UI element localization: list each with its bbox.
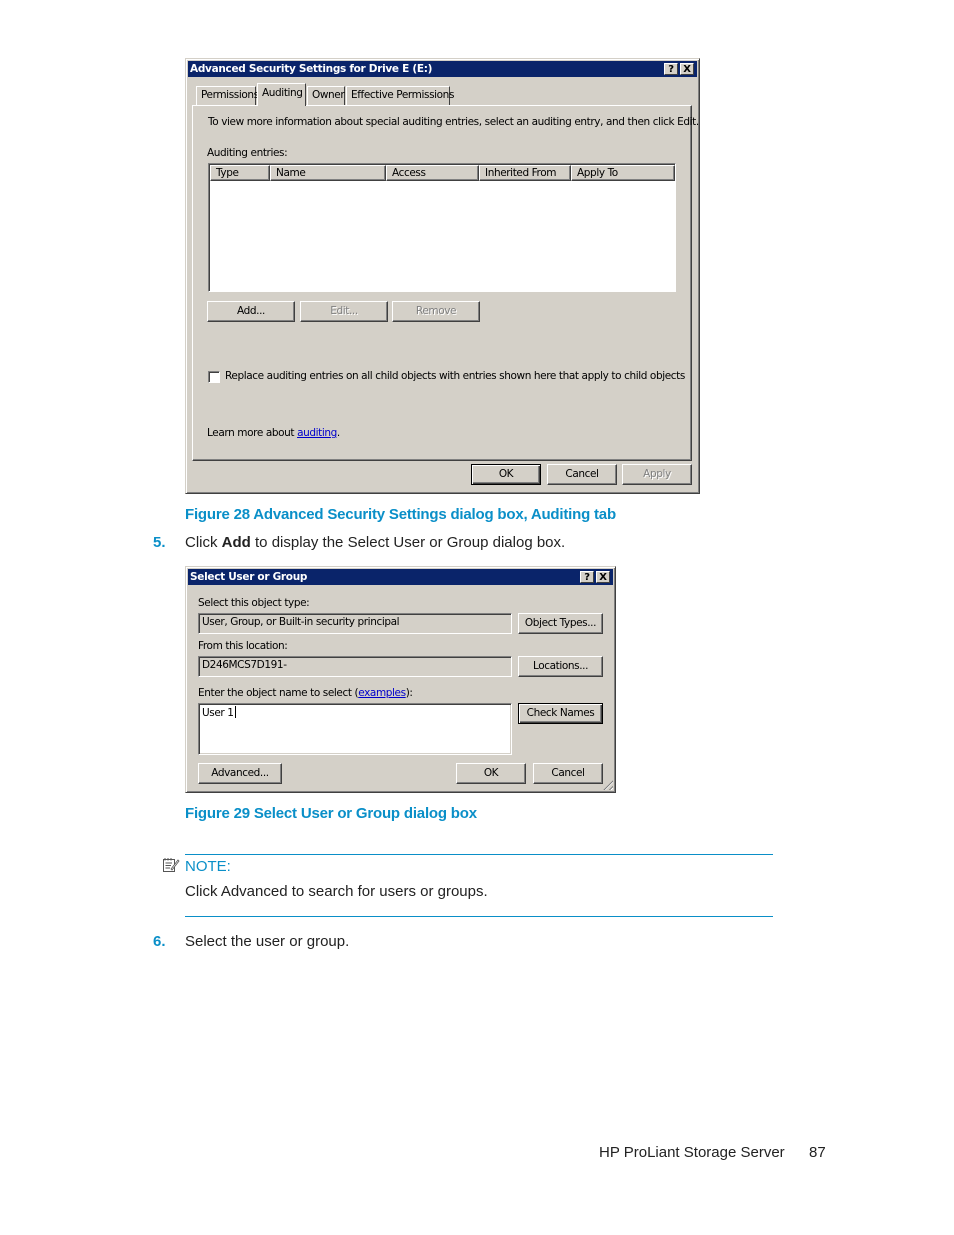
replace-auditing-label: Replace auditing entries on all child ob… — [225, 370, 685, 382]
note-label: NOTE: — [185, 858, 231, 875]
object-name-input[interactable]: User 1 — [198, 703, 512, 755]
cancel-button[interactable]: Cancel — [547, 464, 617, 485]
apply-button[interactable]: Apply — [622, 464, 692, 485]
close-icon[interactable]: X — [596, 571, 610, 583]
figure-29-caption: Figure 29 Select User or Group dialog bo… — [185, 805, 477, 822]
notepad-icon — [163, 858, 180, 872]
check-names-button[interactable]: Check Names — [518, 703, 603, 724]
advanced-button[interactable]: Advanced... — [198, 763, 282, 784]
select-user-or-group-dialog: Select User or Group ? X Select this obj… — [185, 566, 616, 793]
ok-button[interactable]: OK — [471, 464, 541, 485]
location-label: From this location: — [198, 640, 288, 652]
object-types-button[interactable]: Object Types... — [518, 613, 603, 634]
tab-effective-permissions[interactable]: Effective Permissions — [346, 86, 454, 105]
dialog-titlebar: Select User or Group ? X — [188, 569, 613, 585]
auditing-entries-list[interactable]: Type Name Access Inherited From Apply To — [208, 163, 676, 292]
step-5-text: Click Add to display the Select User or … — [185, 534, 566, 551]
info-text: To view more information about special a… — [208, 116, 699, 128]
help-icon[interactable]: ? — [580, 571, 594, 583]
note-top-divider — [185, 854, 773, 855]
footer-title: HP ProLiant Storage Server — [599, 1144, 785, 1161]
text-cursor — [234, 706, 236, 718]
advanced-security-settings-dialog: Advanced Security Settings for Drive E (… — [185, 58, 700, 494]
object-name-label: Enter the object name to select (example… — [198, 687, 413, 699]
column-header-access[interactable]: Access — [386, 165, 479, 181]
note-text: Click Advanced to search for users or gr… — [185, 883, 488, 900]
tab-permissions[interactable]: Permissions — [196, 86, 259, 105]
add-button[interactable]: Add... — [207, 301, 295, 322]
dialog-titlebar: Advanced Security Settings for Drive E (… — [188, 61, 697, 77]
column-header-inherited-from[interactable]: Inherited From — [479, 165, 571, 181]
ok-button[interactable]: OK — [456, 763, 526, 784]
column-header-type[interactable]: Type — [210, 165, 270, 181]
close-icon[interactable]: X — [680, 63, 694, 75]
replace-auditing-checkbox[interactable] — [208, 371, 220, 383]
auditing-link[interactable]: auditing — [297, 427, 337, 439]
auditing-entries-label: Auditing entries: — [207, 147, 288, 159]
step-6-number: 6. — [153, 933, 166, 950]
edit-button[interactable]: Edit... — [300, 301, 388, 322]
dialog-title: Select User or Group — [190, 571, 308, 583]
dialog-title: Advanced Security Settings for Drive E (… — [190, 63, 433, 75]
object-type-label: Select this object type: — [198, 597, 310, 609]
remove-button[interactable]: Remove — [392, 301, 480, 322]
tab-owner[interactable]: Owner — [307, 86, 345, 105]
cancel-button[interactable]: Cancel — [533, 763, 603, 784]
auditing-tab-panel: To view more information about special a… — [192, 105, 699, 461]
object-type-field: User, Group, or Built-in security princi… — [198, 613, 512, 634]
note-icon — [162, 857, 180, 878]
examples-link[interactable]: examples — [358, 687, 406, 699]
page-number: 87 — [809, 1144, 826, 1161]
column-header-apply-to[interactable]: Apply To — [571, 165, 675, 181]
tab-auditing[interactable]: Auditing — [257, 83, 306, 106]
locations-button[interactable]: Locations... — [518, 656, 603, 677]
column-header-name[interactable]: Name — [270, 165, 386, 181]
learn-more-text: Learn more about auditing. — [207, 427, 340, 439]
figure-28-caption: Figure 28 Advanced Security Settings dia… — [185, 506, 616, 523]
location-field: D246MCS7D191- — [198, 656, 512, 677]
note-bottom-divider — [185, 916, 773, 917]
step-5-number: 5. — [153, 534, 166, 551]
step-6-text: Select the user or group. — [185, 933, 350, 950]
help-icon[interactable]: ? — [664, 63, 678, 75]
